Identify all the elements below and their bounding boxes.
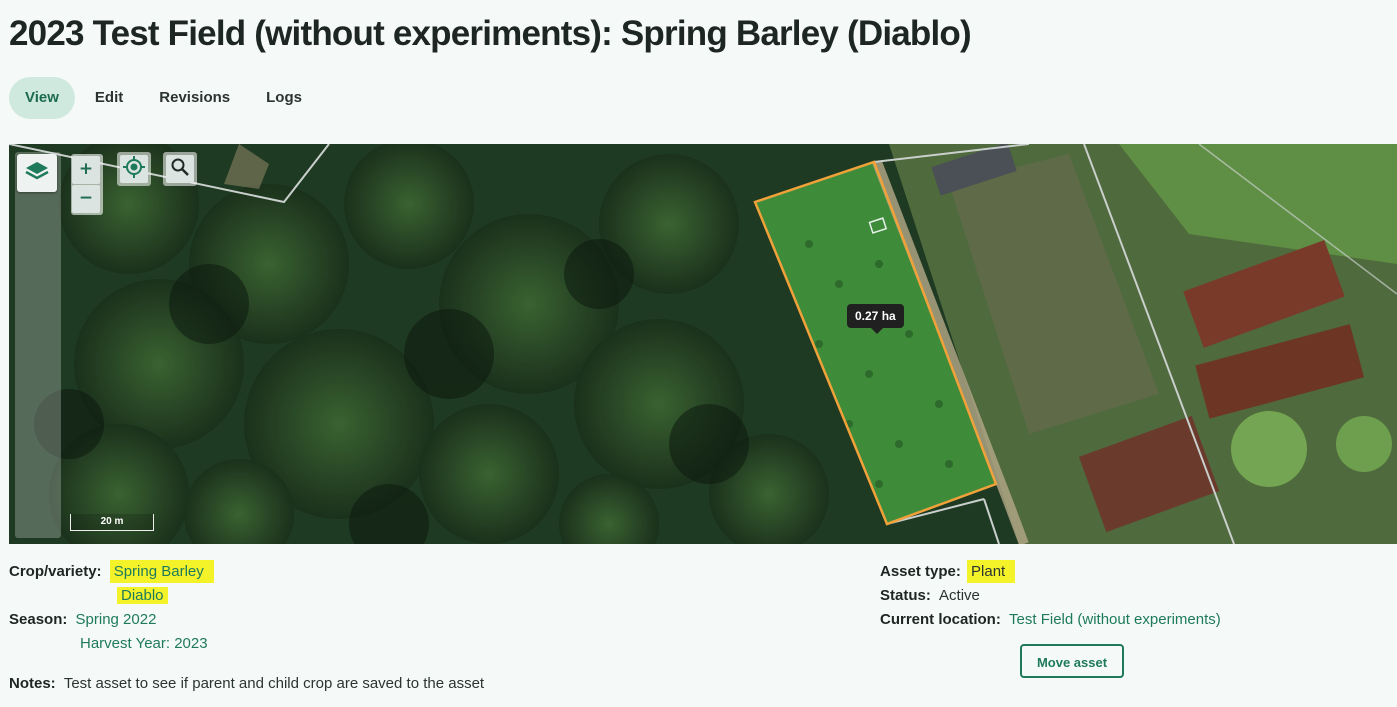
crop-value-link[interactable]: Spring Barley xyxy=(109,560,214,583)
current-location-link[interactable]: Test Field (without experiments) xyxy=(1009,611,1221,628)
variety-field: Diablo xyxy=(117,587,168,604)
zoom-out-button[interactable]: − xyxy=(72,185,100,213)
season-value-link[interactable]: Spring 2022 xyxy=(76,611,157,628)
notes-label: Notes: xyxy=(9,675,56,692)
layer-switcher-button[interactable] xyxy=(17,154,57,192)
harvest-year-field: Harvest Year: 2023 xyxy=(80,635,208,652)
area-measurement-label: 0.27 ha xyxy=(847,304,904,334)
map-view[interactable]: + − 20 m 0.27 ha xyxy=(9,144,1397,544)
status-label: Status: xyxy=(880,587,931,604)
tab-revisions[interactable]: Revisions xyxy=(141,77,248,119)
aerial-imagery xyxy=(9,144,1397,544)
layers-icon xyxy=(24,160,50,187)
geolocate-icon xyxy=(123,155,145,183)
zoom-in-button[interactable]: + xyxy=(72,156,100,184)
page-title: 2023 Test Field (without experiments): S… xyxy=(9,14,972,53)
season-field: Season: Spring 2022 xyxy=(9,611,156,628)
variety-value-link[interactable]: Diablo xyxy=(117,587,168,604)
season-label: Season: xyxy=(9,611,68,628)
crop-variety-field: Crop/variety: Spring Barley xyxy=(9,560,214,583)
asset-type-value: Plant xyxy=(967,560,1016,583)
status-value: Active xyxy=(939,587,980,604)
tab-bar: View Edit Revisions Logs xyxy=(9,77,320,119)
search-icon xyxy=(170,157,190,182)
asset-type-field: Asset type: Plant xyxy=(880,560,1016,583)
asset-type-label: Asset type: xyxy=(880,563,961,580)
tab-view[interactable]: View xyxy=(9,77,75,119)
scale-bar: 20 m xyxy=(70,514,154,531)
status-field: Status: Active xyxy=(880,587,980,604)
crop-variety-label: Crop/variety: xyxy=(9,563,102,580)
geolocate-button[interactable] xyxy=(117,152,151,186)
move-asset-button[interactable]: Move asset xyxy=(1020,644,1124,678)
notes-field: Notes: Test asset to see if parent and c… xyxy=(9,675,484,692)
current-location-label: Current location: xyxy=(880,611,1001,628)
layer-switcher-rail xyxy=(15,152,61,538)
notes-value: Test asset to see if parent and child cr… xyxy=(63,675,485,692)
map-search-button[interactable] xyxy=(163,152,197,186)
zoom-controls: + − xyxy=(71,154,103,215)
tab-edit[interactable]: Edit xyxy=(77,77,141,119)
harvest-year-link[interactable]: Harvest Year: 2023 xyxy=(80,635,208,652)
current-location-field: Current location: Test Field (without ex… xyxy=(880,611,1221,628)
tab-logs[interactable]: Logs xyxy=(248,77,320,119)
